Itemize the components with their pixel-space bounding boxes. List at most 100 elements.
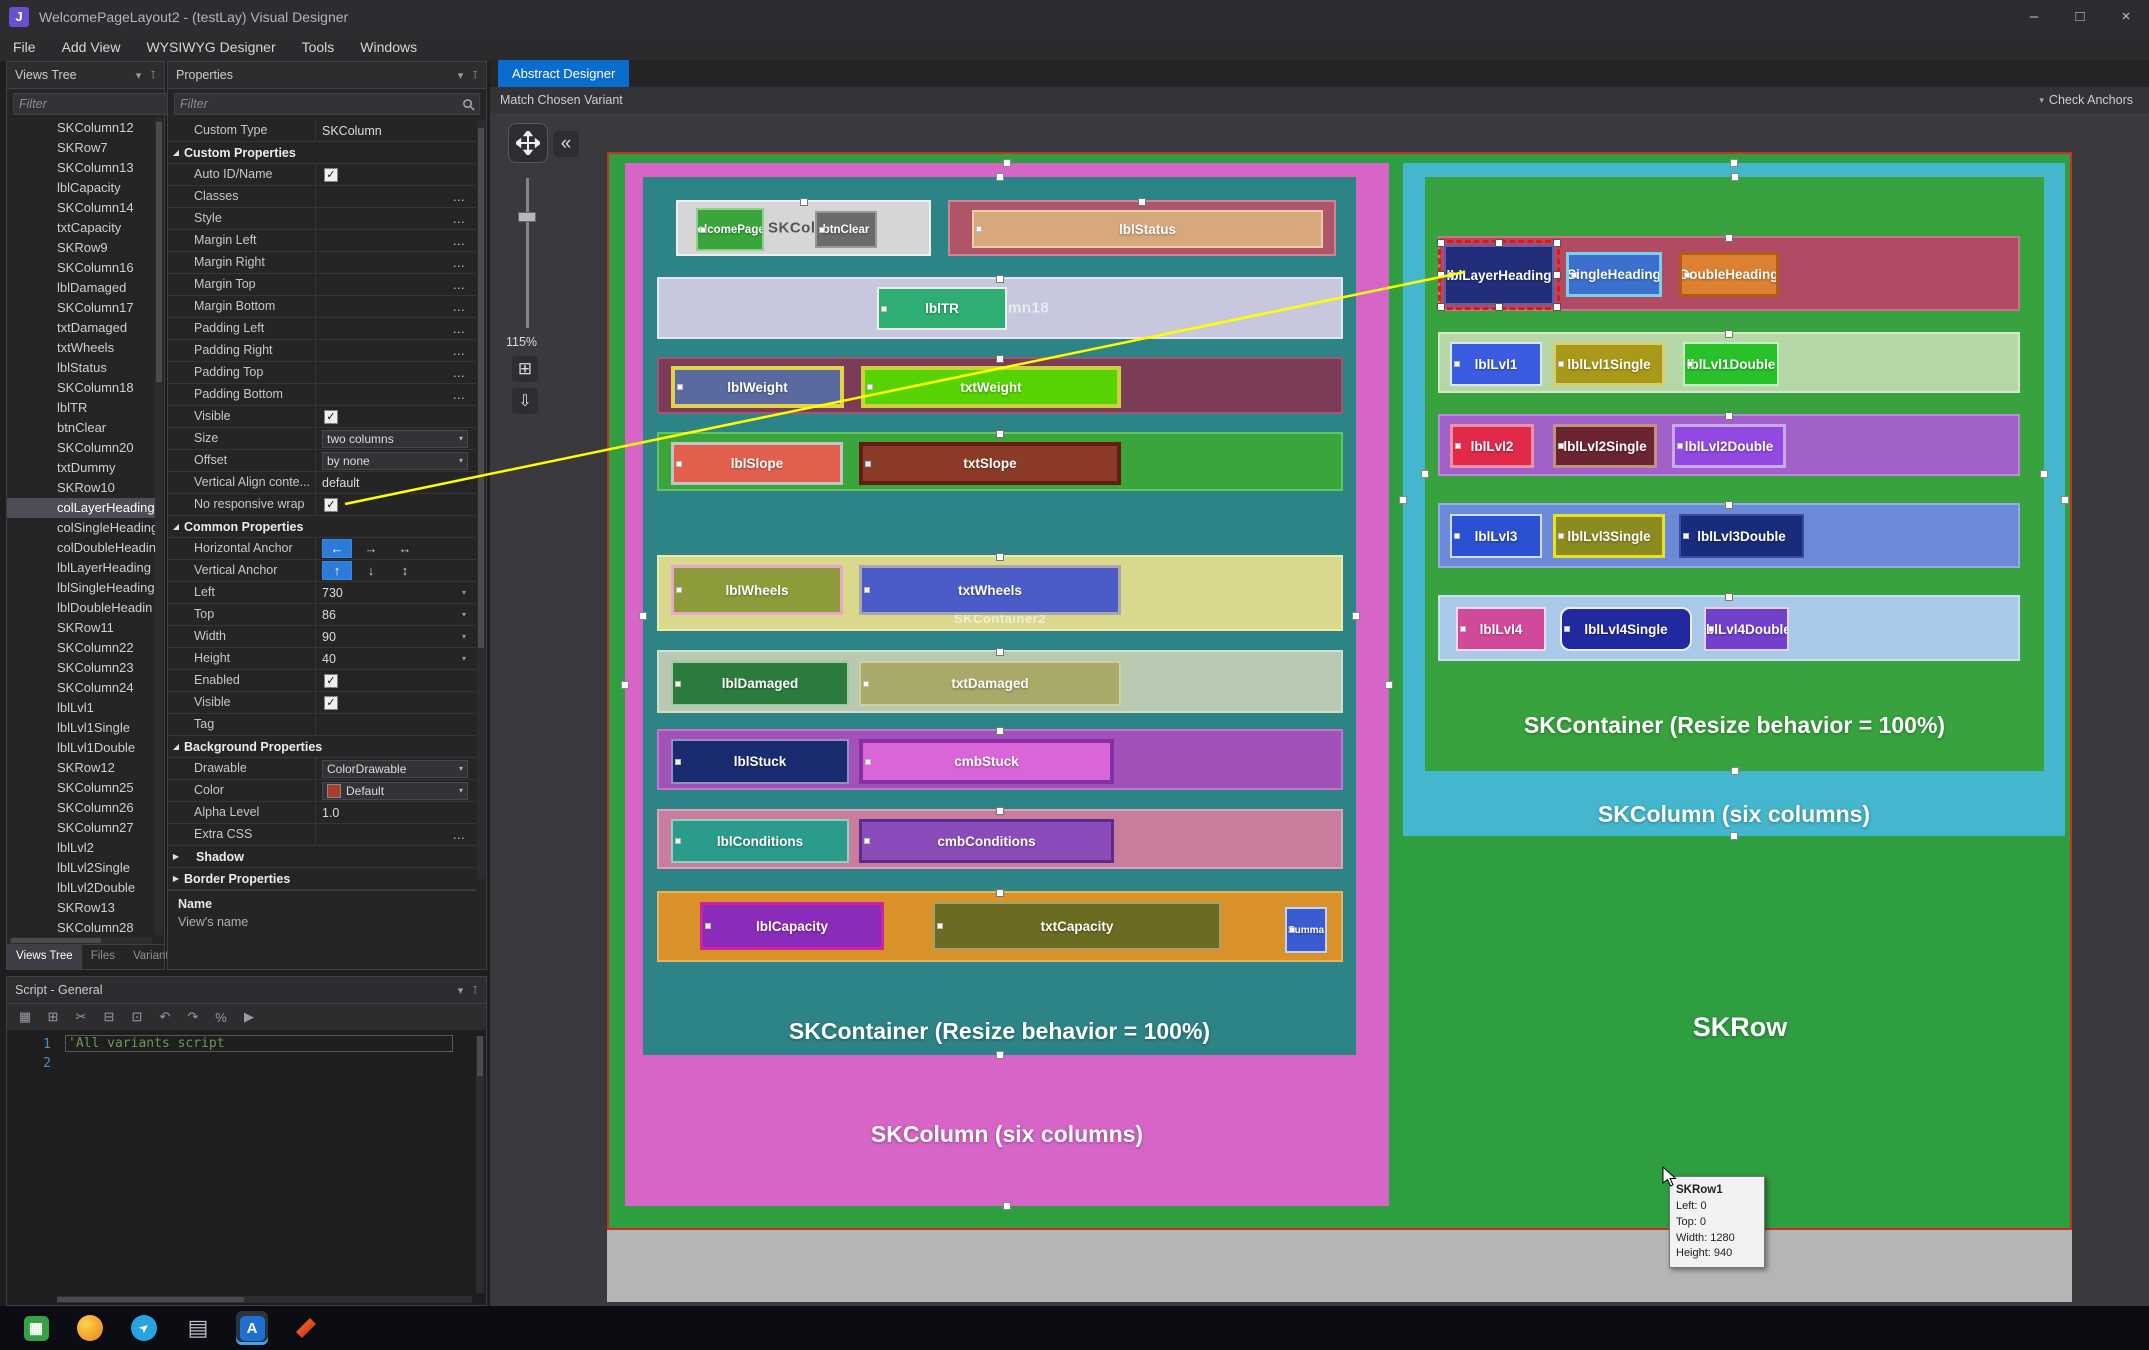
panel-tab-files[interactable]: Files (82, 945, 124, 969)
menu-file[interactable]: File (0, 33, 49, 61)
element-lblWeight[interactable]: lblWeight (671, 366, 844, 408)
pin-icon[interactable]: ⊺ (472, 69, 478, 82)
element-DoubleHeading[interactable]: DoubleHeading (1679, 252, 1779, 297)
element-lblLvl2Single[interactable]: lblLvl2Single (1553, 424, 1657, 468)
tree-item-lblDoubleHeadin[interactable]: lblDoubleHeadin (7, 598, 155, 618)
anchor-button[interactable]: ← (322, 539, 352, 558)
skcolumn-right[interactable]: SKColumn (six columns)SKContainer (Resiz… (1403, 163, 2065, 836)
tree-item-lblLvl2Double[interactable]: lblLvl2Double (7, 878, 155, 898)
menu-add-view[interactable]: Add View (49, 33, 134, 61)
tree-item-SKColumn14[interactable]: SKColumn14 (7, 198, 155, 218)
element-SingleHeading[interactable]: SingleHeading (1566, 252, 1662, 297)
element-WelcomePageB[interactable]: WelcomePageB (696, 208, 764, 251)
element-lblLvl3Single[interactable]: lblLvl3Single (1553, 514, 1665, 558)
dropdown[interactable]: by none▾ (322, 452, 468, 470)
tree-item-SKColumn27[interactable]: SKColumn27 (7, 818, 155, 838)
selection-handle[interactable] (1495, 303, 1503, 311)
tree-item-SKColumn17[interactable]: SKColumn17 (7, 298, 155, 318)
ellipsis-button[interactable]: … (453, 322, 467, 336)
element-txtWeight[interactable]: txtWeight (861, 366, 1121, 408)
element-lblWheels[interactable]: lblWheels (671, 565, 843, 615)
tree-item-SKColumn13[interactable]: SKColumn13 (7, 158, 155, 178)
lock-icon[interactable]: ⊡ (129, 1009, 145, 1025)
tree-item-SKColumn22[interactable]: SKColumn22 (7, 638, 155, 658)
anchor-button[interactable]: ↑ (322, 561, 352, 580)
tree-item-lblCapacity[interactable]: lblCapacity (7, 178, 155, 198)
dropdown[interactable]: two columns▾ (322, 430, 468, 448)
tree-item-colSingleHeading[interactable]: colSingleHeading (7, 518, 155, 538)
designer-row[interactable]: lblLvl3lblLvl3SinglelblLvl3Double (1438, 503, 2020, 568)
ellipsis-button[interactable]: … (453, 190, 467, 204)
anchor-button[interactable]: → (356, 539, 386, 558)
script-editor[interactable]: 1'All variants script2 (7, 1030, 486, 1305)
skcontainer-right[interactable]: SKContainer (Resize behavior = 100%)lblL… (1425, 177, 2044, 771)
element-Summa[interactable]: Summa (1285, 907, 1327, 953)
checkbox[interactable]: ✓ (324, 696, 338, 710)
selection-handle[interactable] (1553, 303, 1561, 311)
element-txtCapacity[interactable]: txtCapacity (933, 902, 1221, 950)
zoom-slider-thumb[interactable] (518, 212, 536, 222)
tree-item-lblDamaged[interactable]: lblDamaged (7, 278, 155, 298)
new-icon[interactable]: ▦ (17, 1009, 33, 1025)
grid-icon[interactable]: ⊞ (45, 1009, 61, 1025)
designer-row[interactable]: lblDamagedtxtDamaged (657, 650, 1343, 713)
element-txtWheels[interactable]: txtWheels (859, 565, 1121, 615)
designer-row[interactable]: lblConditionscmbConditions (657, 809, 1343, 869)
element-txtSlope[interactable]: txtSlope (859, 442, 1121, 485)
ellipsis-button[interactable]: … (453, 388, 467, 402)
chevron-down-icon[interactable]: ▾ (462, 588, 466, 597)
tree-item-SKColumn24[interactable]: SKColumn24 (7, 678, 155, 698)
chevron-down-icon[interactable]: ▾ (458, 984, 464, 997)
tree-item-SKRow11[interactable]: SKRow11 (7, 618, 155, 638)
tree-item-SKRow13[interactable]: SKRow13 (7, 898, 155, 918)
element-lblLvl4Single[interactable]: lblLvl4Single (1560, 607, 1692, 651)
ellipsis-button[interactable]: … (453, 366, 467, 380)
tree-item-SKColumn20[interactable]: SKColumn20 (7, 438, 155, 458)
selection-handle[interactable] (1437, 239, 1445, 247)
tree-item-colDoubleHeadin[interactable]: colDoubleHeadin (7, 538, 155, 558)
tree-item-lblLvl2Single[interactable]: lblLvl2Single (7, 858, 155, 878)
tree-item-SKRow7[interactable]: SKRow7 (7, 138, 155, 158)
expander-icon[interactable]: ◢ (168, 148, 184, 157)
expander-icon[interactable]: ◢ (168, 742, 184, 751)
element-lblTR[interactable]: lblTR (877, 287, 1007, 330)
remove-icon[interactable]: ⊟ (101, 1009, 117, 1025)
tree-item-btnClear[interactable]: btnClear (7, 418, 155, 438)
tree-item-SKRow9[interactable]: SKRow9 (7, 238, 155, 258)
tool-icon[interactable] (290, 1311, 322, 1345)
designer-row[interactable]: SKContainer2lblWheelstxtWheels (657, 555, 1343, 631)
check-anchors-button[interactable]: ▾ Check Anchors (2039, 93, 2133, 107)
dropdown[interactable]: ColorDrawable▾ (322, 760, 468, 778)
selection-handle[interactable] (1553, 239, 1561, 247)
redo-icon[interactable]: ↷ (185, 1009, 201, 1025)
tree-item-lblTR[interactable]: lblTR (7, 398, 155, 418)
selection-handle[interactable] (1553, 271, 1561, 279)
zoom-slider[interactable] (518, 178, 536, 328)
tree-item-colLayerHeading[interactable]: colLayerHeading (7, 498, 155, 518)
expander-icon[interactable]: ◢ (168, 522, 184, 531)
tree-item-lblStatus[interactable]: lblStatus (7, 358, 155, 378)
zoom-icon[interactable]: % (213, 1010, 229, 1025)
tab-abstract-designer[interactable]: Abstract Designer (498, 60, 629, 87)
tree-item-lblSingleHeading[interactable]: lblSingleHeading (7, 578, 155, 598)
element-lblLvl2Double[interactable]: lblLvl2Double (1672, 424, 1786, 468)
designer-row[interactable]: lblSlopetxtSlope (657, 432, 1343, 491)
element-lblStatus[interactable]: lblStatus (972, 210, 1323, 248)
browser-icon[interactable] (74, 1311, 106, 1345)
element-lblLvl3[interactable]: lblLvl3 (1450, 514, 1542, 558)
views-tree-hscrollbar[interactable] (9, 937, 152, 944)
views-tree-scrollbar[interactable] (155, 118, 163, 935)
checkbox[interactable]: ✓ (324, 410, 338, 424)
minimize-button[interactable]: – (2011, 0, 2057, 33)
telegram-icon[interactable]: ➤ (128, 1311, 160, 1345)
element-cmbStuck[interactable]: cmbStuck (859, 739, 1114, 784)
element-lblLvl4[interactable]: lblLvl4 (1456, 607, 1546, 651)
chevron-down-icon[interactable]: ▾ (462, 654, 466, 663)
anchor-button[interactable]: ↕ (390, 561, 420, 580)
element-lblLvl2[interactable]: lblLvl2 (1450, 424, 1534, 468)
element-txtDamaged[interactable]: txtDamaged (859, 661, 1121, 706)
expander-icon[interactable]: ▶ (168, 874, 184, 883)
ellipsis-button[interactable]: … (453, 344, 467, 358)
undo-icon[interactable]: ↶ (157, 1009, 173, 1025)
element-lblLvl1Double[interactable]: lblLvl1Double (1683, 342, 1779, 386)
